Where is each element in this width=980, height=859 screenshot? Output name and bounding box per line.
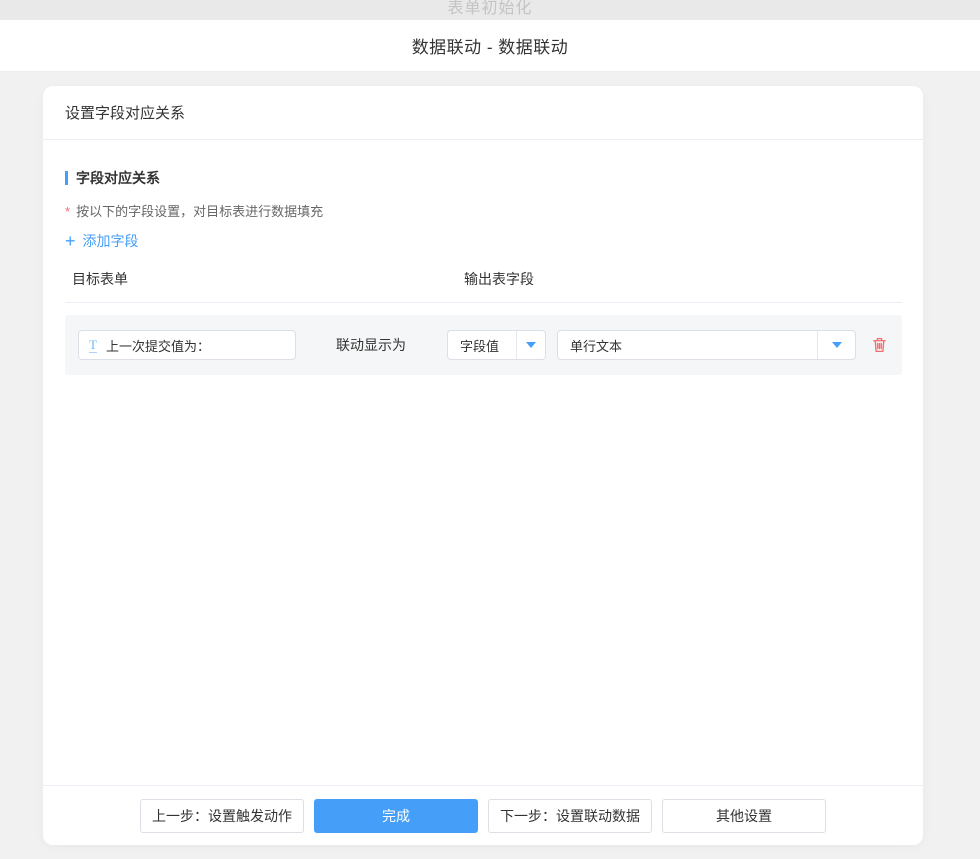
panel-header: 设置字段对应关系 — [43, 86, 923, 140]
column-headers: 目标表单 输出表字段 — [65, 269, 902, 289]
chevron-down-icon — [526, 342, 536, 348]
panel-footer: 上一步：设置触发动作 完成 下一步：设置联动数据 其他设置 — [43, 785, 923, 845]
value-type-selected: 字段值 — [448, 336, 516, 355]
field-mapping-row: T 上一次提交值为： 联动显示为 字段值 单行文本 — [65, 315, 902, 375]
add-field-button[interactable]: + 添加字段 — [65, 231, 139, 251]
accent-bar — [65, 171, 68, 185]
modal-titlebar: 数据联动 - 数据联动 — [0, 20, 980, 72]
caret-zone — [516, 331, 545, 359]
prev-step-button[interactable]: 上一步：设置触发动作 — [140, 799, 304, 833]
section-title: 字段对应关系 — [76, 168, 160, 188]
chevron-down-icon — [832, 342, 842, 348]
hint-text: 按以下的字段设置，对目标表进行数据填充 — [76, 201, 323, 220]
other-settings-button[interactable]: 其他设置 — [662, 799, 826, 833]
single-line-text-icon: T — [89, 338, 97, 353]
target-field-box[interactable]: T 上一次提交值为： — [78, 330, 296, 360]
target-field-label: 上一次提交值为： — [106, 336, 210, 355]
output-field-select[interactable]: 单行文本 — [557, 330, 856, 360]
output-field-selected: 单行文本 — [558, 336, 817, 355]
finish-button[interactable]: 完成 — [314, 799, 478, 833]
settings-panel: 设置字段对应关系 字段对应关系 * 按以下的字段设置，对目标表进行数据填充 + … — [43, 86, 923, 845]
section-title-row: 字段对应关系 — [65, 168, 902, 188]
column-header-output-field: 输出表字段 — [464, 269, 902, 289]
delete-row-button[interactable] — [869, 335, 889, 355]
caret-zone — [817, 331, 855, 359]
background-page-title: 表单初始化 — [0, 0, 980, 18]
add-field-label: 添加字段 — [83, 231, 139, 251]
next-step-button[interactable]: 下一步：设置联动数据 — [488, 799, 652, 833]
plus-icon: + — [65, 234, 76, 248]
value-type-select[interactable]: 字段值 — [447, 330, 546, 360]
column-header-target-form: 目标表单 — [72, 269, 464, 289]
modal-title: 数据联动 - 数据联动 — [412, 33, 569, 58]
linkage-display-label: 联动显示为 — [336, 335, 406, 355]
required-asterisk: * — [65, 204, 70, 219]
hint-line: * 按以下的字段设置，对目标表进行数据填充 — [65, 201, 902, 220]
panel-body: 字段对应关系 * 按以下的字段设置，对目标表进行数据填充 + 添加字段 目标表单… — [43, 140, 923, 785]
panel-title: 设置字段对应关系 — [65, 102, 185, 123]
dimmed-page-strip: 表单初始化 — [0, 0, 980, 20]
header-divider — [65, 302, 902, 303]
trash-icon — [871, 336, 888, 354]
